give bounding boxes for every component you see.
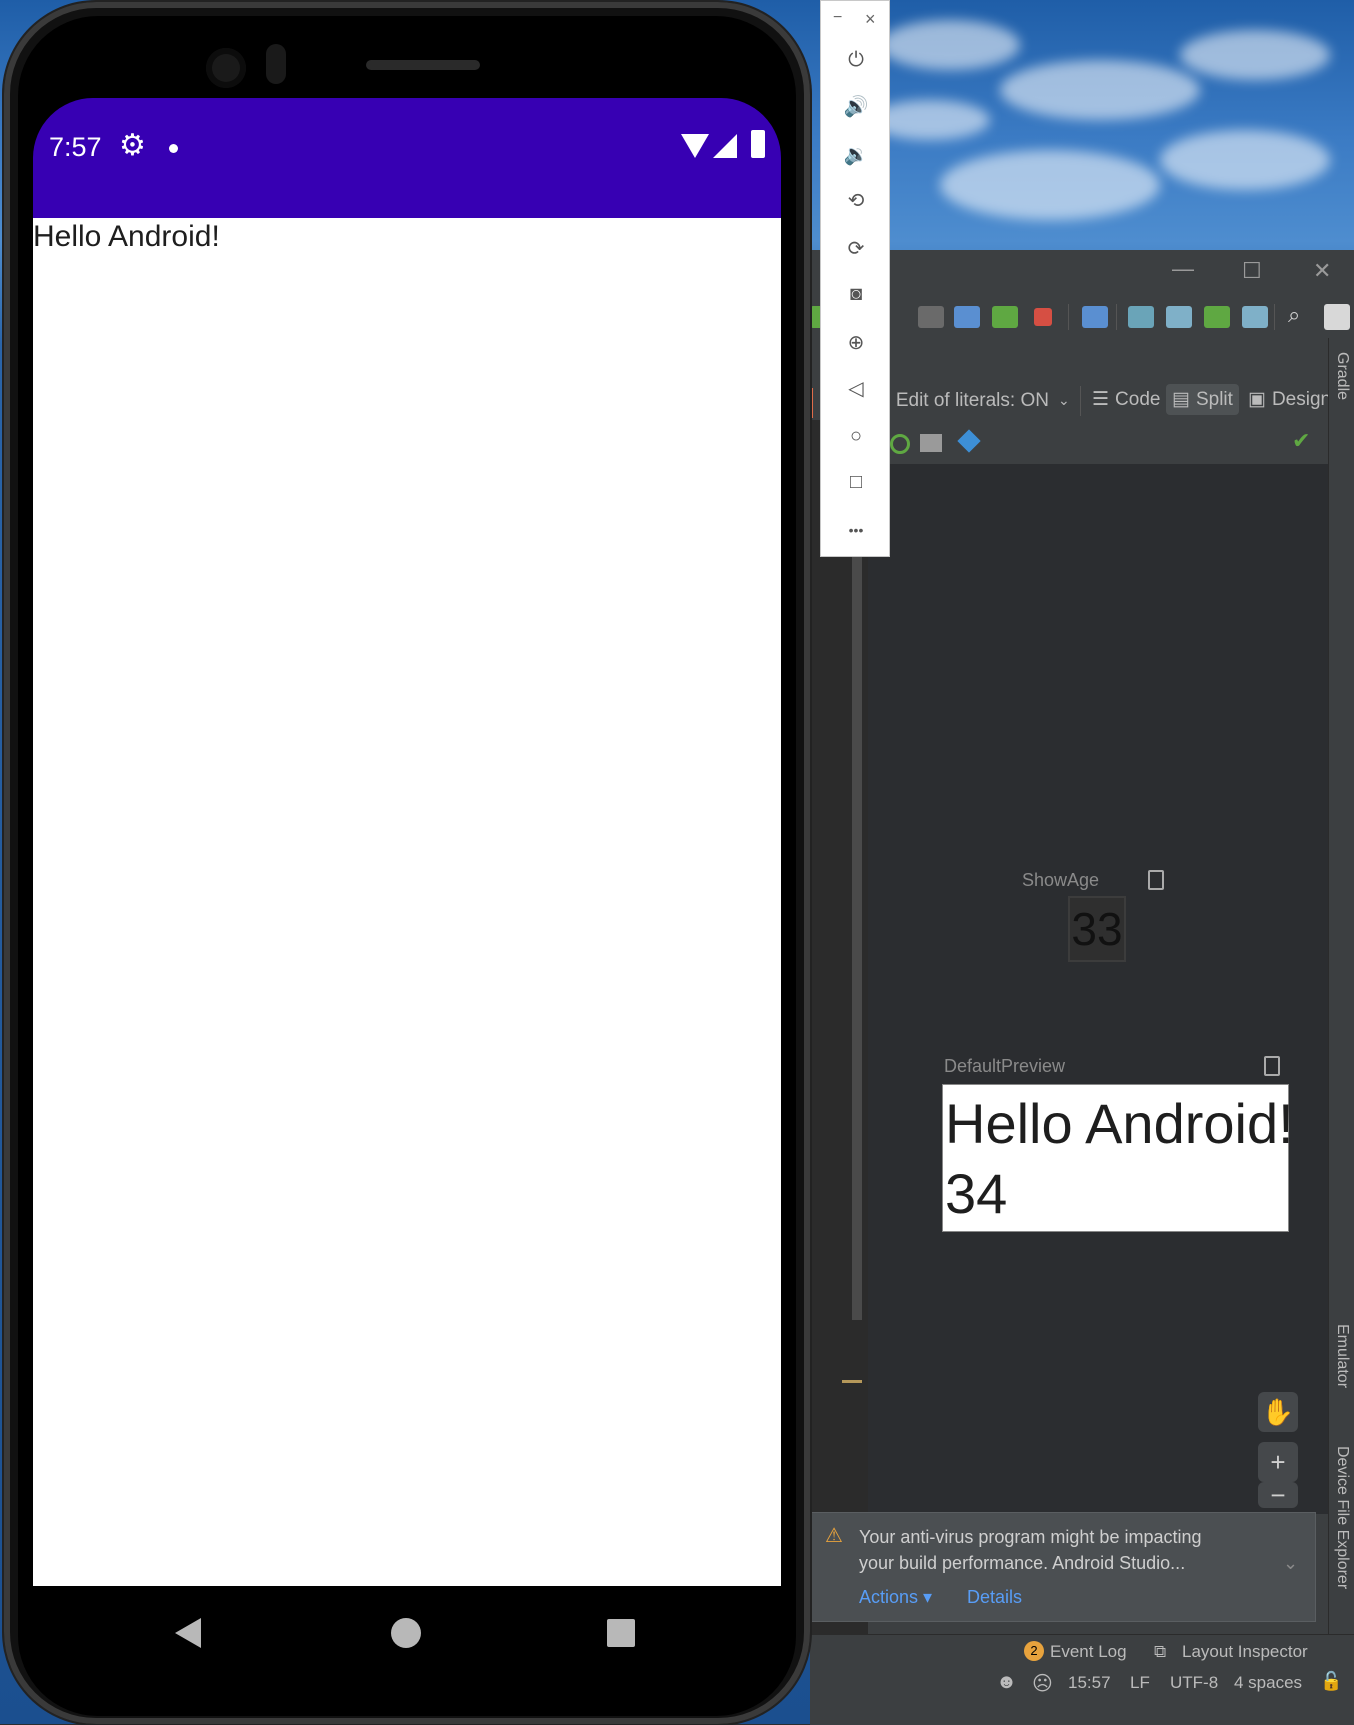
right-tool-strip: Gradle Emulator Device File Explorer — [1328, 338, 1354, 1634]
home-icon[interactable]: ○ — [843, 423, 869, 449]
run-config-icon[interactable] — [1128, 306, 1154, 328]
sync-gradle-icon[interactable] — [1166, 306, 1192, 328]
profile-icon[interactable] — [954, 306, 980, 328]
greeting-text: Hello Android! — [33, 220, 220, 253]
notification-actions-link[interactable]: Actions ▾ — [859, 1587, 932, 1608]
rotate-left-icon[interactable]: ⟲ — [843, 187, 869, 213]
volume-up-icon[interactable]: 🔊 — [843, 93, 869, 119]
indent-setting[interactable]: 4 spaces — [1234, 1673, 1302, 1693]
lock-icon[interactable]: 🔓 — [1320, 1671, 1342, 1692]
editor-scrollbar[interactable] — [852, 540, 862, 1320]
project-structure-icon[interactable] — [1082, 306, 1108, 328]
layout-inspector-button[interactable]: Layout Inspector — [1182, 1642, 1308, 1662]
recents-icon[interactable] — [607, 1619, 635, 1647]
back-icon[interactable] — [175, 1618, 201, 1648]
caret-position[interactable]: 15:57 — [1068, 1673, 1111, 1693]
search-icon[interactable]: ⌕ — [1288, 302, 1300, 328]
zoom-out-button[interactable]: − — [1258, 1480, 1298, 1510]
feedback-happy-icon[interactable]: ☻ — [996, 1671, 1017, 1694]
wifi-icon — [681, 134, 709, 158]
zoom-in-button[interactable]: + — [1258, 1442, 1298, 1482]
zoom-icon[interactable]: ⊕ — [843, 329, 869, 355]
emulator-tool-button[interactable]: Emulator — [1333, 1324, 1351, 1388]
split-view-icon: ▤ — [1172, 389, 1190, 410]
earpiece-speaker — [366, 60, 480, 70]
showage-preview: 33 — [1068, 896, 1126, 962]
code-view-button[interactable]: ☰ Code — [1086, 384, 1166, 415]
gradle-tool-button[interactable]: Gradle — [1333, 352, 1351, 400]
ide-title-bar: — ☐ ✕ — [810, 250, 1354, 295]
ide-main-toolbar: ⌕ — [810, 294, 1354, 339]
emulator-minimize-button[interactable]: − — [833, 9, 842, 27]
pan-hand-icon[interactable]: ✋ — [1258, 1392, 1298, 1432]
battery-icon — [751, 130, 765, 158]
rotate-right-icon[interactable]: ⟳ — [843, 235, 869, 261]
volume-down-icon[interactable]: 🔉 — [843, 141, 869, 167]
device-file-explorer-tool-button[interactable]: Device File Explorer — [1333, 1446, 1351, 1589]
proximity-sensor — [266, 44, 286, 84]
emulator-close-button[interactable]: × — [865, 9, 876, 30]
expand-chevron-icon[interactable]: ⌄ — [1283, 1553, 1298, 1574]
event-log-badge: 2 — [1024, 1641, 1044, 1661]
front-camera — [206, 48, 246, 88]
default-preview: Hello Android! 34 — [942, 1084, 1294, 1232]
notification-details-link[interactable]: Details — [967, 1587, 1022, 1608]
split-view-button[interactable]: ▤ Split — [1166, 384, 1239, 415]
back-icon[interactable]: ◁ — [843, 375, 869, 401]
cell-signal-icon — [713, 134, 737, 158]
debug-icon[interactable] — [992, 306, 1018, 328]
layers-icon[interactable] — [957, 429, 981, 453]
preview-age-text: 34 — [945, 1162, 1008, 1225]
chevron-down-icon[interactable]: ⌄ — [1058, 392, 1070, 409]
home-icon[interactable] — [391, 1618, 421, 1648]
attach-debugger-icon[interactable] — [918, 306, 944, 328]
antivirus-notification: ⚠ Your anti-virus program might be impac… — [810, 1512, 1316, 1622]
compose-preview-area — [868, 464, 1328, 1514]
emulator-control-panel: − × ⏻ 🔊 🔉 ⟲ ⟳ ◙ ⊕ ◁ ○ □ ••• — [820, 0, 890, 557]
power-icon[interactable]: ⏻ — [843, 47, 869, 73]
preview-greeting-text: Hello Android! — [945, 1092, 1294, 1155]
layout-inspector-icon: ⧉ — [1154, 1642, 1167, 1661]
maximize-window-button[interactable]: ☐ — [1242, 258, 1262, 284]
layout-icon[interactable] — [920, 434, 942, 452]
android-nav-bar — [33, 1586, 781, 1680]
settings-gear-icon: ⚙ — [119, 129, 146, 162]
check-icon: ✔ — [1292, 428, 1311, 453]
line-separator[interactable]: LF — [1130, 1673, 1150, 1693]
default-preview-label: DefaultPreview — [944, 1056, 1066, 1076]
overview-icon[interactable]: □ — [843, 469, 869, 495]
notification-text-line2: your build performance. Android Studio..… — [859, 1553, 1186, 1573]
android-status-bar: 7:57 ⚙ — [33, 98, 781, 218]
ide-status-bar: 2 Event Log ⧉ Layout Inspector ☻ ☹ 15:57… — [810, 1634, 1354, 1725]
minimize-window-button[interactable]: — — [1172, 256, 1194, 282]
camera-icon[interactable]: ◙ — [843, 281, 869, 307]
design-view-icon: ▣ — [1248, 389, 1266, 410]
app-content — [33, 218, 781, 1586]
avd-manager-icon[interactable] — [1204, 306, 1230, 328]
file-encoding[interactable]: UTF-8 — [1170, 1673, 1218, 1693]
refresh-icon[interactable] — [890, 434, 910, 454]
code-view-icon: ☰ — [1092, 389, 1110, 410]
sdk-manager-icon[interactable] — [1242, 306, 1268, 328]
feedback-sad-icon[interactable]: ☹ — [1032, 1671, 1053, 1696]
event-log-button[interactable]: Event Log — [1050, 1642, 1127, 1662]
notification-text-line1: Your anti-virus program might be impacti… — [859, 1527, 1202, 1547]
account-icon[interactable] — [1324, 304, 1350, 330]
showage-preview-label: ShowAge — [1022, 870, 1100, 890]
deploy-preview-icon[interactable] — [1264, 1056, 1280, 1076]
literals-toggle[interactable]: e Edit of literals: ON — [880, 390, 1049, 412]
warning-icon: ⚠ — [825, 1525, 843, 1547]
notification-dot-icon — [169, 144, 178, 153]
status-time: 7:57 — [49, 132, 102, 162]
editor-gutter — [810, 420, 868, 1634]
design-view-button[interactable]: ▣ Design — [1242, 384, 1337, 415]
deploy-preview-icon[interactable] — [1148, 870, 1164, 890]
stop-icon[interactable] — [1034, 308, 1052, 326]
close-window-button[interactable]: ✕ — [1313, 258, 1331, 284]
more-icon[interactable]: ••• — [843, 517, 869, 543]
